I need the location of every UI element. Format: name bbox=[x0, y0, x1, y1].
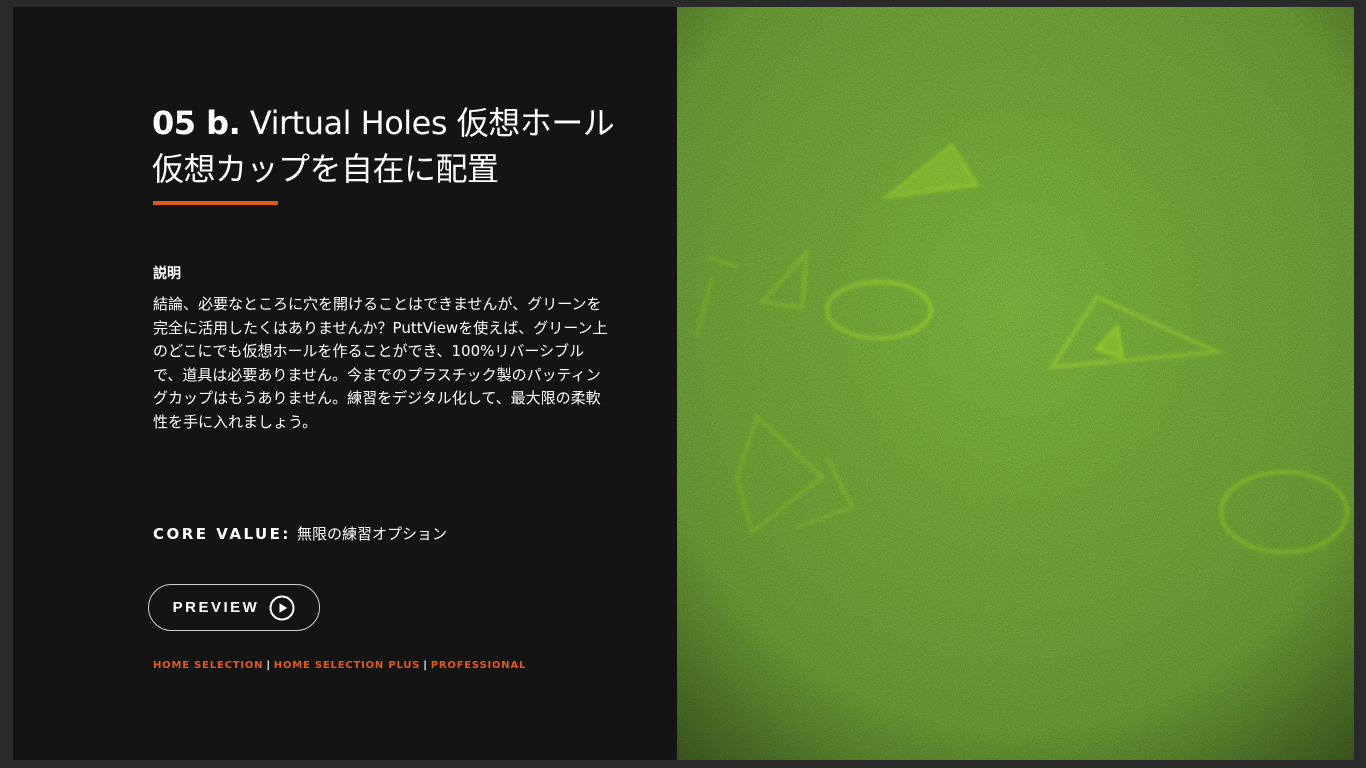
title-underline bbox=[153, 201, 278, 205]
preview-button[interactable]: PREVIEW bbox=[148, 584, 320, 631]
virtual-holes-illustration bbox=[677, 7, 1354, 760]
edition-list: HOME SELECTION | HOME SELECTION PLUS | PROFE… bbox=[153, 659, 526, 673]
core-value-text: 無限の練習オプション bbox=[296, 525, 447, 543]
core-value-label: CORE VALUE: bbox=[153, 525, 291, 543]
title-number: 05 b. bbox=[152, 104, 241, 142]
description-text: 結論、必要なところに穴を開けることはできませんが、グリーンを完全に活用したくはあ… bbox=[153, 295, 608, 431]
slide-title: 05 b. Virtual Holes 仮想ホール 仮想カップを自在に配置 bbox=[152, 100, 672, 192]
core-value: CORE VALUE: 無限の練習オプション bbox=[153, 523, 447, 545]
edition-separator: | bbox=[423, 660, 428, 671]
preview-label: PREVIEW bbox=[172, 599, 260, 616]
green-projection-image bbox=[677, 7, 1354, 760]
title-line1: Virtual Holes 仮想ホール bbox=[240, 104, 615, 142]
edition-separator: | bbox=[266, 660, 271, 671]
edition-professional[interactable]: PROFESSIONAL bbox=[431, 660, 526, 671]
description-heading: 説明 bbox=[153, 266, 181, 282]
edition-home-selection[interactable]: HOME SELECTION bbox=[153, 660, 263, 671]
vignette bbox=[677, 7, 1354, 760]
slide-frame: 05 b. Virtual Holes 仮想ホール 仮想カップを自在に配置 説明… bbox=[13, 7, 1354, 760]
play-circle-icon bbox=[269, 595, 295, 620]
info-panel: 05 b. Virtual Holes 仮想ホール 仮想カップを自在に配置 説明… bbox=[13, 7, 677, 760]
edition-home-selection-plus[interactable]: HOME SELECTION PLUS bbox=[274, 660, 420, 671]
title-line2: 仮想カップを自在に配置 bbox=[152, 150, 499, 188]
